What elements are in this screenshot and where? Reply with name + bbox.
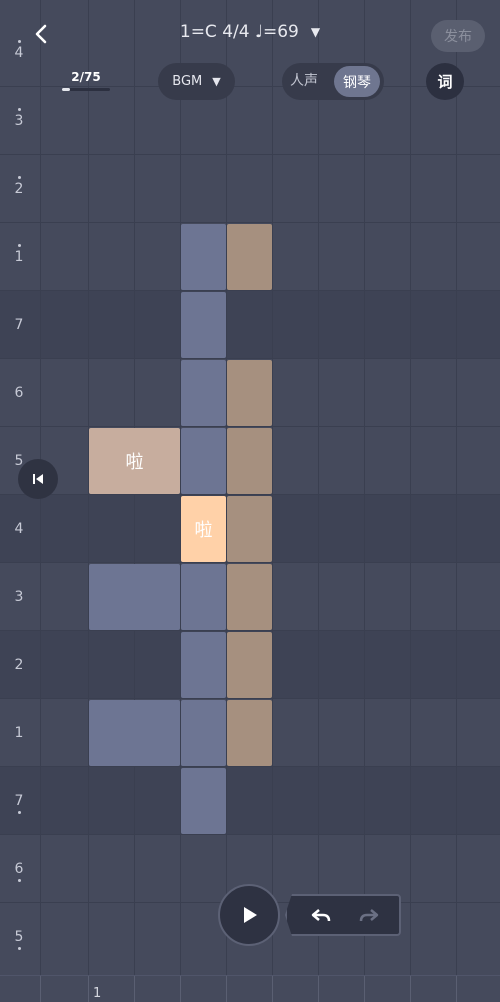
lyrics-button[interactable]: 词 bbox=[426, 63, 464, 100]
piano-note[interactable] bbox=[227, 496, 272, 562]
bgm-label: BGM bbox=[172, 74, 203, 89]
vocal-note[interactable] bbox=[181, 768, 226, 834]
vocal-note[interactable] bbox=[89, 564, 180, 630]
note-lyric-text: 啦 bbox=[194, 520, 213, 541]
pitch-label-4: 4 bbox=[14, 521, 24, 537]
piano-note[interactable] bbox=[227, 632, 272, 698]
pitch-label-3: 3 bbox=[14, 589, 24, 605]
pitch-label-high-2: 2 bbox=[12, 176, 26, 197]
piano-note[interactable] bbox=[227, 360, 272, 426]
caret-down-icon: ▼ bbox=[212, 75, 221, 88]
vocal-note[interactable] bbox=[181, 224, 226, 290]
caret-down-icon: ▼ bbox=[310, 25, 321, 39]
track-toggle[interactable]: 人声 钢琴 bbox=[282, 63, 384, 100]
pitch-label-6: 6 bbox=[14, 385, 24, 401]
piano-note[interactable] bbox=[227, 224, 272, 290]
pitch-label-low-6: 6 bbox=[12, 861, 26, 882]
bgm-dropdown[interactable]: BGM ▼ bbox=[158, 63, 235, 100]
vocal-note[interactable] bbox=[181, 428, 226, 494]
undo-redo-panel bbox=[285, 894, 401, 936]
skip-to-start-icon bbox=[33, 474, 43, 484]
redo-icon[interactable] bbox=[357, 904, 381, 928]
page-counter: 2/75 bbox=[71, 70, 101, 84]
pitch-label-7: 7 bbox=[14, 317, 24, 333]
key-signature-label: 1=C 4/4 ♩=69 bbox=[179, 22, 299, 42]
vocal-note[interactable] bbox=[181, 564, 226, 630]
publish-label: 发布 bbox=[444, 29, 472, 45]
vocal-note[interactable] bbox=[181, 632, 226, 698]
pitch-label-low-7: 7 bbox=[12, 793, 26, 814]
vocal-note[interactable] bbox=[89, 700, 180, 766]
play-button[interactable] bbox=[218, 884, 280, 946]
piano-note[interactable] bbox=[227, 428, 272, 494]
pitch-label-2: 2 bbox=[14, 657, 24, 673]
pitch-label-low-5: 5 bbox=[12, 929, 26, 950]
progress-fill bbox=[62, 88, 70, 91]
piano-note[interactable] bbox=[227, 700, 272, 766]
pitch-label-high-3: 3 bbox=[12, 108, 26, 129]
skip-to-start-button[interactable] bbox=[18, 459, 58, 499]
undo-icon[interactable] bbox=[309, 904, 333, 928]
active-note[interactable]: 啦 bbox=[181, 496, 226, 562]
vocal-note[interactable] bbox=[181, 360, 226, 426]
lyric-note[interactable]: 啦 bbox=[89, 428, 180, 494]
note-lyric-text: 啦 bbox=[125, 452, 144, 473]
vocal-note[interactable] bbox=[181, 292, 226, 358]
pitch-label-high-1: 1 bbox=[12, 244, 26, 265]
key-signature-selector[interactable]: 1=C 4/4 ♩=69 ▼ bbox=[160, 22, 340, 42]
bar-number: 1 bbox=[93, 986, 102, 1001]
publish-button[interactable]: 发布 bbox=[431, 20, 485, 52]
back-button[interactable] bbox=[28, 20, 56, 48]
chevron-left-icon bbox=[35, 24, 47, 44]
timeline-ruler[interactable]: 1 bbox=[0, 975, 500, 1002]
piano-note[interactable] bbox=[227, 564, 272, 630]
pitch-label-high-4: 4 bbox=[12, 40, 26, 61]
pitch-label-1: 1 bbox=[14, 725, 24, 741]
piano-toggle-option[interactable]: 钢琴 bbox=[334, 66, 380, 97]
vocal-toggle-option[interactable]: 人声 bbox=[290, 63, 318, 100]
progress-bar bbox=[62, 88, 110, 91]
vocal-note[interactable] bbox=[181, 700, 226, 766]
play-icon bbox=[244, 907, 257, 923]
